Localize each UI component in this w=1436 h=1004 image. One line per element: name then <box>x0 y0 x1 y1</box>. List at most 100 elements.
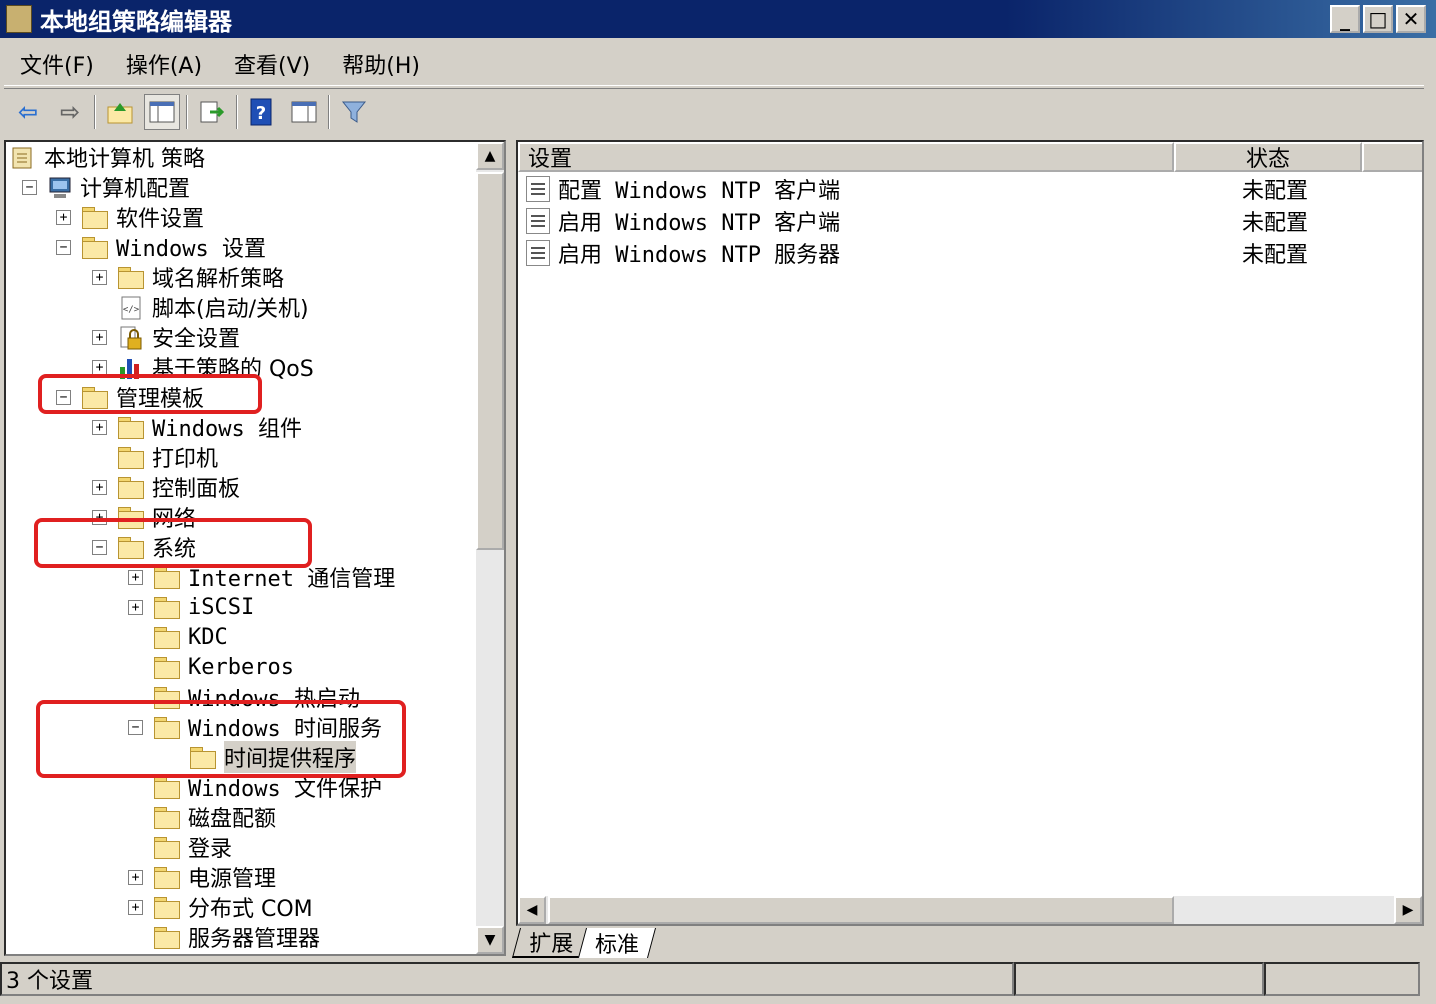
expand-toggle[interactable]: + <box>128 570 143 585</box>
collapse-toggle[interactable]: − <box>22 180 37 195</box>
status-cell-empty <box>1264 962 1420 996</box>
tree-label: 本地计算机 策略 <box>44 147 205 172</box>
up-folder-icon <box>107 102 133 123</box>
tree-label: 磁盘配额 <box>188 807 277 832</box>
folder-icon <box>154 927 180 949</box>
tree-label: 登录 <box>188 837 233 862</box>
folder-icon <box>82 237 108 259</box>
scroll-thumb[interactable] <box>476 172 504 550</box>
tree-item-distributed-com[interactable]: 分布式 COM <box>154 892 313 922</box>
collapse-toggle[interactable]: − <box>56 240 71 255</box>
tree-item-computer-config[interactable]: 计算机配置 <box>46 172 190 202</box>
security-lock-icon <box>118 325 144 350</box>
tree-item-disk-quota[interactable]: 磁盘配额 <box>154 802 276 832</box>
list-item[interactable]: 启用 Windows NTP 服务器 未配置 <box>526 238 1406 268</box>
list-item[interactable]: 启用 Windows NTP 客户端 未配置 <box>526 206 1406 236</box>
tree-item-windows-settings[interactable]: Windows 设置 <box>82 232 266 262</box>
settings-list-pane[interactable]: 设置 状态 配置 Windows NTP 客户端 未配置 启用 Windows … <box>516 140 1424 926</box>
list-horizontal-scrollbar[interactable]: ◀ ▶ <box>518 896 1422 924</box>
column-header-setting[interactable]: 设置 <box>518 142 1174 172</box>
expand-toggle[interactable]: + <box>92 420 107 435</box>
tab-standard-label: 标准 <box>595 933 640 958</box>
status-cell-empty <box>1014 962 1264 996</box>
folder-icon <box>154 867 180 889</box>
export-list-button[interactable] <box>194 94 230 130</box>
tree-item-control-panel[interactable]: 控制面板 <box>118 472 240 502</box>
maximize-button[interactable]: □ <box>1363 5 1393 33</box>
expand-toggle[interactable]: + <box>92 330 107 345</box>
column-header-blank[interactable] <box>1362 142 1422 172</box>
expand-toggle[interactable]: + <box>92 480 107 495</box>
expand-toggle[interactable]: + <box>92 270 107 285</box>
menu-file[interactable]: 文件(F) <box>4 48 110 80</box>
view-tabs: 扩展 标准 <box>511 928 657 958</box>
tab-standard[interactable]: 标准 <box>577 928 657 958</box>
back-button[interactable]: ⇦ <box>10 94 46 130</box>
expand-toggle[interactable]: + <box>128 870 143 885</box>
folder-icon <box>118 477 144 499</box>
scroll-up-button[interactable]: ▲ <box>476 142 504 170</box>
tab-extended-label: 扩展 <box>529 932 574 957</box>
tree-item-name-resolution-policy[interactable]: 域名解析策略 <box>118 262 284 292</box>
highlight-system <box>34 518 312 568</box>
tree-item-power-management[interactable]: 电源管理 <box>154 862 276 892</box>
status-bar: 3 个设置 <box>0 962 1436 1000</box>
filter-icon <box>341 101 367 123</box>
folder-icon <box>154 897 180 919</box>
column-header-state[interactable]: 状态 <box>1174 142 1362 172</box>
show-action-pane-button[interactable] <box>286 94 322 130</box>
scroll-right-button[interactable]: ▶ <box>1394 896 1422 924</box>
show-hide-tree-button[interactable] <box>144 93 180 130</box>
expand-toggle[interactable]: + <box>92 360 107 375</box>
tree-item-iscsi[interactable]: iSCSI <box>154 592 254 622</box>
tree-item-root[interactable]: 本地计算机 策略 <box>10 142 205 172</box>
toolbar-separator <box>236 94 238 129</box>
tree-item-scripts[interactable]: </> 脚本(启动/关机) <box>118 292 309 322</box>
tree-item-security-settings[interactable]: 安全设置 <box>118 322 240 352</box>
filter-button[interactable] <box>336 94 372 130</box>
scroll-down-button[interactable]: ▼ <box>476 926 504 954</box>
tree-label: 打印机 <box>152 447 219 472</box>
folder-icon <box>82 207 108 229</box>
toolbar: ⇦ ⇨ ? <box>4 88 1424 134</box>
tree-item-server-manager[interactable]: 服务器管理器 <box>154 922 320 952</box>
folder-icon <box>154 837 180 859</box>
toolbar-separator <box>186 94 188 129</box>
menu-view[interactable]: 查看(V) <box>218 48 326 80</box>
setting-state: 未配置 <box>1242 211 1309 236</box>
tree-label: 域名解析策略 <box>152 267 285 292</box>
expand-toggle[interactable]: + <box>128 900 143 915</box>
up-one-level-button[interactable] <box>102 94 138 130</box>
folder-icon <box>154 597 180 619</box>
tree-item-logon[interactable]: 登录 <box>154 832 232 862</box>
expand-toggle[interactable]: + <box>56 210 71 225</box>
tree-item-kdc[interactable]: KDC <box>154 622 228 652</box>
help-button[interactable]: ? <box>244 94 280 130</box>
minimize-button[interactable]: _ <box>1330 5 1360 33</box>
tree-item-software-settings[interactable]: 软件设置 <box>82 202 204 232</box>
menu-bar: 文件(F) 操作(A) 查看(V) 帮助(H) <box>4 42 1424 86</box>
folder-icon <box>154 567 180 589</box>
policy-editor-icon <box>6 5 32 33</box>
status-count: 3 个设置 <box>0 962 1014 996</box>
list-item[interactable]: 配置 Windows NTP 客户端 未配置 <box>526 174 1406 204</box>
tree-vertical-scrollbar[interactable]: ▲ ▼ <box>476 142 504 954</box>
svg-text:?: ? <box>256 103 266 124</box>
menu-help[interactable]: 帮助(H) <box>326 48 436 80</box>
title-bar: 本地组策略编辑器 _ □ ✕ <box>0 0 1436 38</box>
expand-toggle[interactable]: + <box>128 600 143 615</box>
menu-action[interactable]: 操作(A) <box>110 48 218 80</box>
scroll-thumb[interactable] <box>548 896 1174 924</box>
tree-item-kerberos[interactable]: Kerberos <box>154 652 294 682</box>
forward-button[interactable]: ⇨ <box>52 94 88 130</box>
setting-name: 启用 Windows NTP 服务器 <box>558 243 841 268</box>
tree-item-printers[interactable]: 打印机 <box>118 442 218 472</box>
setting-name: 启用 Windows NTP 客户端 <box>558 211 841 236</box>
show-hide-tree-icon <box>149 101 175 122</box>
scroll-left-button[interactable]: ◀ <box>518 896 546 924</box>
export-list-icon <box>200 101 225 122</box>
folder-icon <box>118 447 144 469</box>
close-button[interactable]: ✕ <box>1396 5 1426 33</box>
tree-item-windows-components[interactable]: Windows 组件 <box>118 412 302 442</box>
tree-label: Windows 组件 <box>152 417 302 442</box>
